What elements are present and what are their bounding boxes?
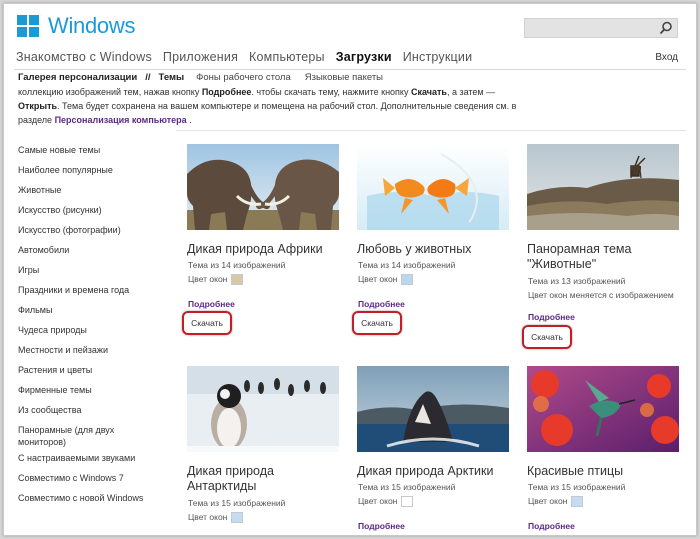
theme-thumbnail-birds[interactable] bbox=[527, 366, 679, 452]
intro-bold: Открыть bbox=[18, 101, 58, 111]
window-color-swatch bbox=[231, 274, 244, 286]
nav-item-intro[interactable]: Знакомство с Windows bbox=[16, 50, 152, 70]
window-color-label: Цвет окон bbox=[188, 512, 228, 522]
login-link[interactable]: Вход bbox=[655, 52, 678, 63]
theme-thumbnail-africa[interactable] bbox=[187, 144, 339, 230]
brand-name[interactable]: Windows bbox=[48, 13, 135, 39]
sidebar-item-movies[interactable]: Фильмы bbox=[18, 304, 158, 324]
theme-window-color: Цвет окон bbox=[358, 272, 414, 286]
window-color-label: Цвет окон bbox=[358, 496, 398, 506]
sidebar-item-sounds[interactable]: С настраиваемыми звуками bbox=[18, 452, 158, 472]
breadcrumb-wallpapers[interactable]: Фоны рабочего стола bbox=[196, 72, 291, 83]
download-label: Скачать bbox=[191, 318, 223, 328]
intro-bold: Скачать bbox=[410, 87, 447, 97]
search-icon[interactable] bbox=[658, 20, 674, 36]
sidebar-item-holidays[interactable]: Праздники и времена года bbox=[18, 284, 158, 304]
breadcrumb: Галерея персонализации // Темы Фоны рабочег… bbox=[18, 72, 397, 83]
theme-count: Тема из 14 изображений bbox=[188, 260, 286, 270]
sidebar-item-animals[interactable]: Животные bbox=[18, 184, 158, 204]
download-button[interactable]: Скачать bbox=[352, 311, 402, 335]
theme-window-color: Цвет окон bbox=[358, 494, 414, 508]
windows-logo-icon[interactable] bbox=[16, 14, 40, 38]
search-input[interactable] bbox=[524, 18, 678, 38]
theme-count: Тема из 15 изображений bbox=[358, 482, 456, 492]
theme-count: Тема из 15 изображений bbox=[188, 498, 286, 508]
theme-thumbnail-love[interactable] bbox=[357, 144, 509, 230]
sidebar-item-games[interactable]: Игры bbox=[18, 264, 158, 284]
breadcrumb-gallery[interactable]: Галерея персонализации bbox=[18, 72, 137, 83]
sidebar-item-newest[interactable]: Самые новые темы bbox=[18, 144, 158, 164]
theme-window-color: Цвет окон bbox=[188, 272, 244, 286]
theme-window-color: Цвет окон bbox=[188, 510, 244, 524]
window-color-label: Цвет окон bbox=[188, 274, 228, 284]
more-link[interactable]: Подробнее bbox=[528, 312, 575, 322]
intro-part: , а затем — bbox=[446, 87, 496, 97]
sidebar-item-new-windows[interactable]: Совместимо с новой Windows bbox=[18, 492, 158, 520]
breadcrumb-languages[interactable]: Языковые пакеты bbox=[305, 72, 383, 83]
sidebar-item-landscapes[interactable]: Местности и пейзажи bbox=[18, 344, 158, 364]
nav-item-downloads[interactable]: Загрузки bbox=[336, 50, 392, 70]
category-sidebar: Самые новые темы Наиболее популярные Жив… bbox=[18, 144, 158, 520]
nav-item-howto[interactable]: Инструкции bbox=[403, 50, 473, 70]
more-link[interactable]: Подробнее bbox=[188, 299, 235, 309]
theme-title[interactable]: Красивые птицы bbox=[527, 464, 623, 479]
nav-item-computers[interactable]: Компьютеры bbox=[249, 50, 325, 70]
download-label: Скачать bbox=[361, 318, 393, 328]
nav-divider bbox=[14, 69, 686, 70]
window-color-swatch bbox=[401, 274, 414, 286]
window-color-label: Цвет окон bbox=[358, 274, 398, 284]
sidebar-item-popular[interactable]: Наиболее популярные bbox=[18, 164, 158, 184]
more-link[interactable]: Подробнее bbox=[528, 521, 575, 531]
breadcrumb-themes[interactable]: Темы bbox=[159, 72, 185, 83]
sidebar-item-wonders[interactable]: Чудеса природы bbox=[18, 324, 158, 344]
theme-title[interactable]: Панорамная тема "Животные" bbox=[527, 242, 679, 272]
window-color-label: Цвет окон bbox=[528, 496, 568, 506]
theme-thumbnail-antarctica[interactable] bbox=[187, 366, 339, 452]
more-link[interactable]: Подробнее bbox=[358, 521, 405, 531]
intro-text: коллекцию изображений тем, нажав кнопку … bbox=[18, 85, 518, 127]
sidebar-item-windows7[interactable]: Совместимо с Windows 7 bbox=[18, 472, 158, 492]
content-divider bbox=[176, 130, 686, 131]
sidebar-item-panoramic[interactable]: Панорамные (для двух мониторов) bbox=[18, 424, 158, 452]
theme-thumbnail-arctic[interactable] bbox=[357, 366, 509, 452]
more-link[interactable]: Подробнее bbox=[358, 299, 405, 309]
theme-thumbnail-panorama[interactable] bbox=[527, 144, 679, 230]
sidebar-item-cars[interactable]: Автомобили bbox=[18, 244, 158, 264]
theme-count: Тема из 13 изображений bbox=[528, 276, 626, 286]
intro-bold: Подробнее bbox=[201, 87, 252, 97]
main-nav: Знакомство с Windows Приложения Компьюте… bbox=[16, 50, 483, 70]
intro-part: коллекцию изображений тем, нажав кнопку bbox=[18, 87, 202, 97]
theme-title[interactable]: Любовь у животных bbox=[357, 242, 471, 257]
breadcrumb-separator: // bbox=[145, 72, 151, 83]
sidebar-item-art-photos[interactable]: Искусство (фотографии) bbox=[18, 224, 158, 244]
sidebar-item-branded[interactable]: Фирменные темы bbox=[18, 384, 158, 404]
download-label: Скачать bbox=[531, 332, 563, 342]
nav-item-apps[interactable]: Приложения bbox=[163, 50, 238, 70]
sidebar-item-community[interactable]: Из сообщества bbox=[18, 404, 158, 424]
theme-count: Тема из 14 изображений bbox=[358, 260, 456, 270]
intro-part: . bbox=[186, 115, 192, 125]
personalization-link[interactable]: Персонализация компьютера bbox=[55, 115, 187, 125]
theme-title[interactable]: Дикая природа Африки bbox=[187, 242, 323, 257]
theme-title[interactable]: Дикая природа Антарктиды bbox=[187, 464, 339, 494]
download-button[interactable]: Скачать bbox=[522, 325, 572, 349]
theme-window-color: Цвет окон bbox=[528, 494, 584, 508]
intro-part: . чтобы скачать тему, нажмите кнопку bbox=[251, 87, 411, 97]
theme-window-color: Цвет окон меняется с изображением bbox=[528, 290, 674, 300]
window-color-swatch bbox=[401, 496, 414, 508]
theme-count: Тема из 15 изображений bbox=[528, 482, 626, 492]
download-button[interactable]: Скачать bbox=[182, 311, 232, 335]
sidebar-item-art-drawings[interactable]: Искусство (рисунки) bbox=[18, 204, 158, 224]
window-color-swatch bbox=[231, 512, 244, 524]
sidebar-item-plants[interactable]: Растения и цветы bbox=[18, 364, 158, 384]
window-color-swatch bbox=[571, 496, 584, 508]
page-frame: Windows Знакомство с Windows Приложения … bbox=[3, 3, 697, 536]
site-header: Windows bbox=[4, 4, 696, 48]
theme-title[interactable]: Дикая природа Арктики bbox=[357, 464, 494, 479]
